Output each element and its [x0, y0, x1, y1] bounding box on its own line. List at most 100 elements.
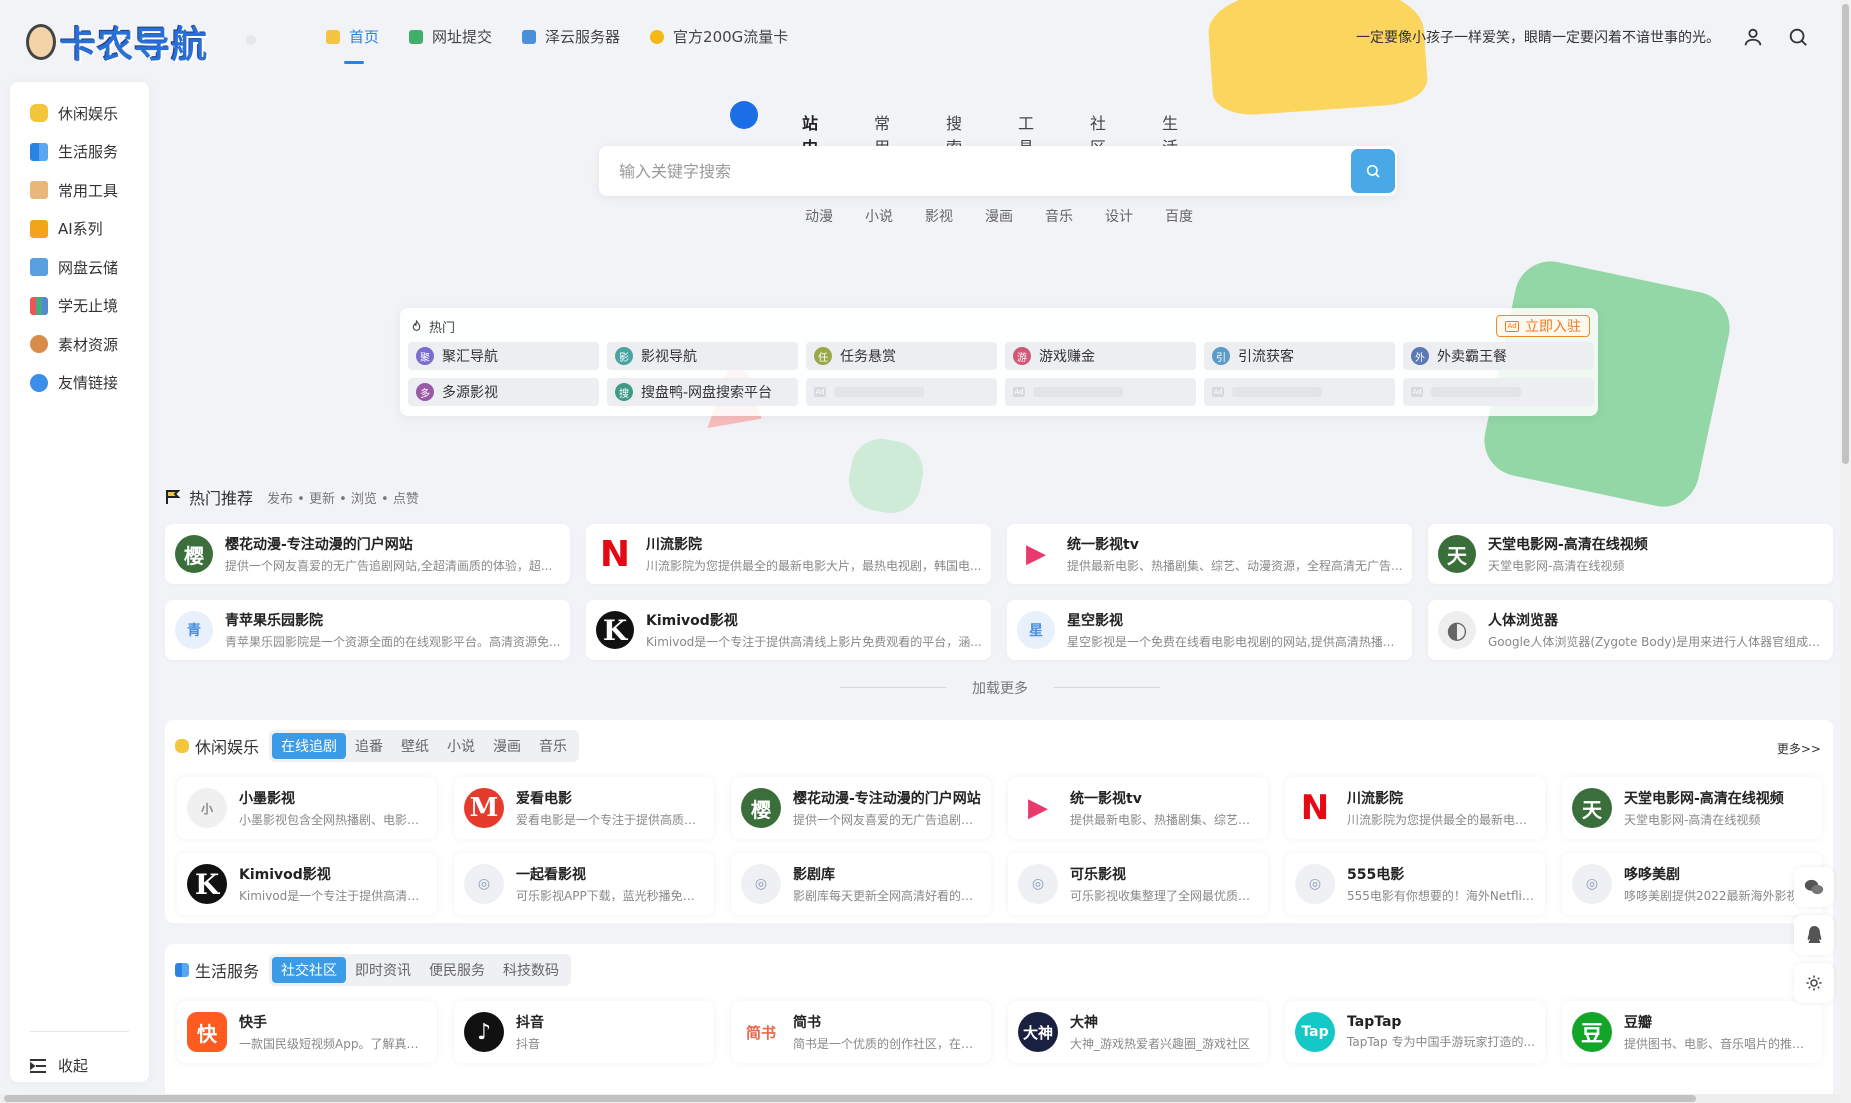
quick-link-music[interactable]: 音乐 [1045, 206, 1073, 226]
leisure-tab-novel[interactable]: 小说 [438, 733, 484, 759]
site-desc: 川流影院为您提供最全的最新电影大片，最热电视剧，韩国电... [646, 559, 982, 573]
search-input[interactable] [599, 146, 1299, 196]
site-card[interactable]: N 川流影院 川流影院为您提供最全的最新电影... [1285, 777, 1545, 839]
site-card[interactable]: ▶ 统一影视tv 提供最新电影、热播剧集、综艺、... [1008, 777, 1268, 839]
sidebar-item-ai[interactable]: AI系列 [10, 210, 149, 249]
user-icon[interactable] [1742, 26, 1764, 48]
hot-item[interactable]: 搜搜盘鸭-网盘搜索平台 [607, 378, 798, 406]
site-card[interactable]: 快快手 一款国民级短视频App。了解真实... [177, 1001, 437, 1063]
leisure-cards: 小小墨影视 小墨影视包含全网热播剧、电影、... M 爱看电影 爱看电影是一个专注于提… [177, 777, 1822, 915]
site-card[interactable]: ◎ 影剧库 影剧库每天更新全网高清好看的电... [731, 853, 991, 915]
site-card[interactable]: ◎ 555电影 555电影有你想要的！海外Netflix... [1285, 853, 1545, 915]
recommend-filters[interactable]: 发布 • 更新 • 浏览 • 点赞 [267, 488, 419, 507]
site-card[interactable]: K Kimivod影视 Kimivod是一个专注于提供高清线... [177, 853, 437, 915]
sidebar-item-links[interactable]: 友情链接 [10, 364, 149, 403]
sidebar-item-life[interactable]: 生活服务 [10, 133, 149, 172]
hot-item[interactable]: 聚聚汇导航 [408, 342, 599, 370]
leisure-tab-anime[interactable]: 追番 [346, 733, 392, 759]
toolbox-icon [30, 181, 48, 200]
site-card[interactable]: N 川流影院 川流影院为您提供最全的最新电影大片，最热电视剧，韩国电... [586, 524, 991, 584]
qq-button[interactable] [1794, 915, 1834, 955]
nav-home[interactable]: 首页 [326, 26, 379, 64]
site-card[interactable]: K Kimivod影视 Kimivod是一个专注于提供高清线上影片免费观看的平台，涵… [586, 600, 991, 660]
site-logo[interactable]: 卡农导航 [26, 16, 208, 68]
quick-link-baidu[interactable]: 百度 [1165, 206, 1193, 226]
leisure-tab-online-drama[interactable]: 在线追剧 [272, 733, 346, 759]
life-tab-social[interactable]: 社交社区 [272, 957, 346, 983]
site-card[interactable]: 简书 简书 简书是一个优质的创作社区，在这... [731, 1001, 991, 1063]
search-button[interactable] [1351, 149, 1395, 193]
sidebar-item-study[interactable]: 学无止境 [10, 287, 149, 326]
hot-ad-slot[interactable]: Ad [1204, 378, 1395, 406]
life-tab-tech[interactable]: 科技数码 [494, 957, 568, 983]
join-button[interactable]: Ad 立即入驻 [1496, 315, 1590, 337]
nav-submit-url[interactable]: 网址提交 [409, 26, 492, 47]
dashen-icon: 大神 [1018, 1012, 1058, 1052]
sidebar-item-assets[interactable]: 素材资源 [10, 325, 149, 364]
scrollbar-thumb[interactable] [1842, 4, 1849, 464]
leisure-tab-wallpaper[interactable]: 壁纸 [392, 733, 438, 759]
hot-ad-slot[interactable]: Ad [1005, 378, 1196, 406]
life-tab-services[interactable]: 便民服务 [420, 957, 494, 983]
hot-item[interactable]: 多多源影视 [408, 378, 599, 406]
quick-link-novel[interactable]: 小说 [865, 206, 893, 226]
toggle-dot[interactable] [246, 35, 256, 45]
hot-avatar: 游 [1013, 347, 1031, 365]
hot-item[interactable]: 影影视导航 [607, 342, 798, 370]
site-desc: 爱看电影是一个专注于提供高质量... [516, 813, 706, 827]
site-card[interactable]: 星星空影视 星空影视是一个免费在线看电影电视剧的网站,提供高清热播... [1007, 600, 1412, 660]
site-card[interactable]: 樱樱花动漫-专注动漫的门户网站 提供一个网友喜爱的无广告追剧网... [731, 777, 991, 839]
site-card[interactable]: 大神 大神 大神_游戏热爱者兴趣圈_游戏社区 [1008, 1001, 1268, 1063]
sidebar-item-cloud[interactable]: 网盘云储 [10, 248, 149, 287]
nav-zeyun-server-label: 泽云服务器 [545, 28, 621, 46]
site-desc: Kimivod是一个专注于提供高清线... [239, 889, 429, 903]
site-card[interactable]: ◐ 人体浏览器 Google人体浏览器(Zygote Body)是用来进行人体器官组… [1428, 600, 1833, 660]
hot-item[interactable]: 外外卖霸王餐 [1403, 342, 1594, 370]
site-card[interactable]: Tap TapTap TapTap 专为中国手游玩家打造的... [1285, 1001, 1545, 1063]
search-icon[interactable] [1787, 26, 1809, 48]
ad-badge: Ad [1013, 387, 1025, 397]
wechat-button[interactable] [1794, 867, 1834, 907]
sidebar-item-label: 素材资源 [58, 335, 119, 354]
kuaishou-icon: 快 [187, 1012, 227, 1052]
sidebar-item-tools[interactable]: 常用工具 [10, 171, 149, 210]
site-card[interactable]: ◎ 哆哆美剧 哆哆美剧提供2022最新海外影视... [1562, 853, 1822, 915]
leisure-tab-music[interactable]: 音乐 [530, 733, 576, 759]
nav-zeyun-server[interactable]: 泽云服务器 [522, 26, 620, 47]
site-card[interactable]: 天天堂电影网-高清在线视频 天堂电影网-高清在线视频 [1562, 777, 1822, 839]
sidebar-collapse-button[interactable]: 收起 [30, 1055, 88, 1076]
leisure-more-link[interactable]: 更多>> [1777, 740, 1821, 757]
site-card[interactable]: 小小墨影视 小墨影视包含全网热播剧、电影、... [177, 777, 437, 839]
site-card[interactable]: ▶ 统一影视tv 提供最新电影、热播剧集、综艺、动漫资源，全程高清无广告... [1007, 524, 1412, 584]
site-card[interactable]: 樱樱花动漫-专注动漫的门户网站 提供一个网友喜爱的无广告追剧网站,全超清画质的体验… [165, 524, 570, 584]
quick-link-design[interactable]: 设计 [1105, 206, 1133, 226]
hot-ad-slot[interactable]: Ad [806, 378, 997, 406]
site-card[interactable]: 天天堂电影网-高清在线视频 天堂电影网-高清在线视频 [1428, 524, 1833, 584]
anime-mascot-icon: 樱 [741, 788, 781, 828]
site-card[interactable]: ♪ 抖音 抖音 [454, 1001, 714, 1063]
hot-item[interactable]: 引引流获客 [1204, 342, 1395, 370]
nav-data-card[interactable]: 官方200G流量卡 [650, 26, 788, 47]
site-desc: 星空影视是一个免费在线看电影电视剧的网站,提供高清热播... [1067, 635, 1395, 649]
theme-toggle-button[interactable] [1794, 963, 1834, 1003]
vertical-scrollbar[interactable] [1840, 0, 1851, 1103]
hot-ad-slot[interactable]: Ad [1403, 378, 1594, 406]
quick-link-comic[interactable]: 漫画 [985, 206, 1013, 226]
site-card[interactable]: 青青苹果乐园影院 青苹果乐园影院是一个资源全面的在线观影平台。高清资源免... [165, 600, 570, 660]
load-more-button[interactable]: 加载更多 [840, 678, 1160, 698]
horizontal-scrollbar[interactable] [0, 1094, 1840, 1103]
quick-link-video[interactable]: 影视 [925, 206, 953, 226]
site-card[interactable]: 豆豆瓣 提供图书、电影、音乐唱片的推荐... [1562, 1001, 1822, 1063]
sidebar-item-leisure[interactable]: 休闲娱乐 [10, 94, 149, 133]
scrollbar-thumb[interactable] [4, 1095, 1696, 1102]
site-name: 天堂电影网-高清在线视频 [1488, 537, 1648, 553]
life-tab-news[interactable]: 即时资讯 [346, 957, 420, 983]
site-card[interactable]: ◎ 一起看影视 可乐影视APP下载，蓝光秒播免费... [454, 853, 714, 915]
hot-avatar: 外 [1411, 347, 1429, 365]
hot-item[interactable]: 任任务悬赏 [806, 342, 997, 370]
quick-link-anime[interactable]: 动漫 [805, 206, 833, 226]
site-card[interactable]: M 爱看电影 爱看电影是一个专注于提供高质量... [454, 777, 714, 839]
leisure-tab-comic[interactable]: 漫画 [484, 733, 530, 759]
hot-item[interactable]: 游游戏赚金 [1005, 342, 1196, 370]
site-card[interactable]: ◎ 可乐影视 可乐影视收集整理了全网最优质、... [1008, 853, 1268, 915]
